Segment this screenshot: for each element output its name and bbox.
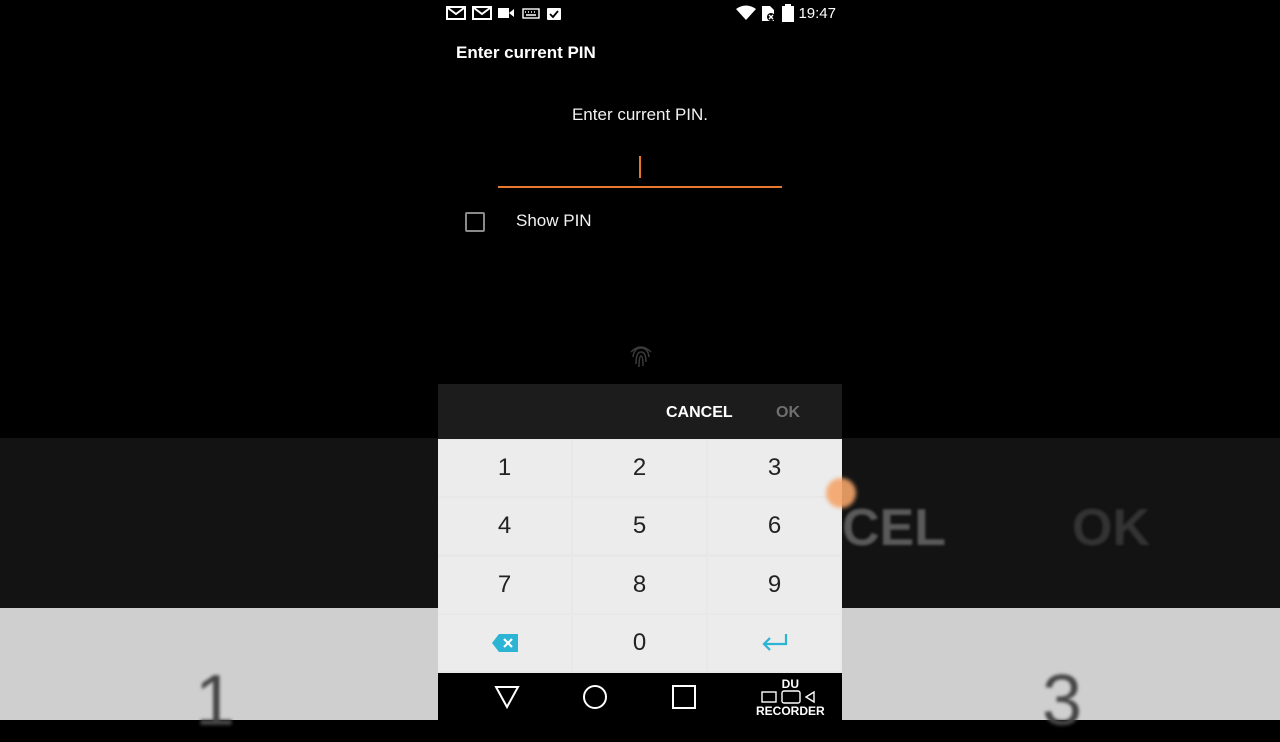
dialog-title: Enter current PIN (456, 43, 596, 62)
background-key-three: 3 (1042, 661, 1083, 741)
touch-indicator (826, 478, 856, 508)
ok-button[interactable]: OK (776, 404, 800, 422)
back-icon[interactable] (493, 683, 521, 711)
home-icon[interactable] (581, 683, 609, 711)
backspace-icon (491, 634, 518, 652)
watermark-line1: DU (781, 677, 799, 691)
text-caret (639, 156, 641, 178)
clock: 19:47 (798, 5, 836, 22)
key-9[interactable]: 9 (708, 557, 841, 613)
pin-prompt: Enter current PIN. (571, 105, 709, 124)
key-0[interactable]: 0 (573, 615, 706, 671)
key-4[interactable]: 4 (438, 498, 571, 554)
navigation-bar: DU RECORDER (438, 673, 842, 720)
background-cancel-text: CEL (842, 499, 946, 557)
cancel-button[interactable]: CANCEL (666, 404, 733, 422)
clipboard-check-icon (547, 8, 561, 20)
wifi-icon (736, 5, 756, 20)
enter-icon (761, 634, 787, 651)
recorder-icon (761, 690, 816, 704)
numeric-keypad: 1 2 3 4 5 6 7 8 9 0 (438, 439, 842, 673)
key-1[interactable]: 1 (438, 440, 571, 496)
key-5[interactable]: 5 (573, 498, 706, 554)
key-3[interactable]: 3 (708, 440, 841, 496)
key-2[interactable]: 2 (573, 440, 706, 496)
show-pin-label[interactable]: Show PIN (516, 211, 592, 231)
backspace-key[interactable] (438, 615, 571, 671)
background-key-one: 1 (195, 661, 236, 741)
dialog-actions: CANCEL OK (438, 384, 842, 439)
battery-icon (782, 4, 794, 22)
key-8[interactable]: 8 (573, 557, 706, 613)
phone-screen: 19:47 Enter current PIN Enter current PI… (438, 0, 842, 720)
gmail-icon (472, 6, 492, 20)
keyboard-icon (522, 8, 540, 19)
watermark-line2: RECORDER (756, 704, 825, 718)
enter-key[interactable] (708, 615, 841, 671)
fingerprint-icon (630, 346, 652, 368)
sim-blocked-icon (762, 6, 775, 21)
pin-input[interactable] (498, 150, 782, 188)
show-pin-checkbox[interactable] (465, 212, 485, 232)
key-6[interactable]: 6 (708, 498, 841, 554)
background-ok-text: OK (1072, 499, 1150, 557)
gmail-icon (446, 6, 466, 20)
video-icon (498, 8, 514, 18)
du-recorder-watermark: DU RECORDER (756, 677, 825, 718)
status-bar: 19:47 (438, 0, 842, 28)
key-7[interactable]: 7 (438, 557, 571, 613)
recents-icon[interactable] (670, 683, 698, 711)
